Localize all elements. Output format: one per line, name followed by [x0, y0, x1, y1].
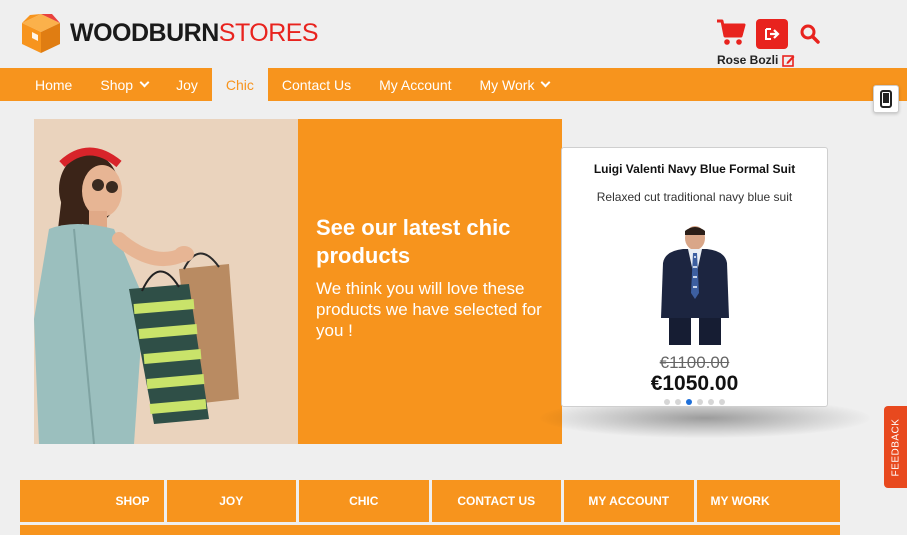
nav-home-label: Home	[35, 76, 73, 93]
hero-subtitle: We think you will love these products we…	[316, 279, 542, 340]
cart-icon[interactable]	[716, 19, 746, 47]
bottom-tab-my-account[interactable]: MY ACCOUNT	[564, 480, 694, 522]
bottom-tab-shop[interactable]: SHOP	[20, 480, 164, 522]
bottom-tab-chic[interactable]: CHIC	[299, 480, 429, 522]
site-header: WOODBURNSTORES Rose Bozli	[0, 0, 907, 68]
bottom-tab-label: JOY	[219, 494, 244, 508]
bottom-tab-label: MY WORK	[710, 494, 770, 508]
nav-contact-us[interactable]: Contact Us	[268, 68, 365, 101]
nav-my-account[interactable]: My Account	[365, 68, 465, 101]
bottom-tab-label: MY ACCOUNT	[588, 494, 670, 508]
user-name: Rose Bozli	[717, 53, 779, 67]
product-name: Luigi Valenti Navy Blue Formal Suit	[593, 162, 796, 176]
bottom-strip	[20, 525, 840, 535]
chevron-down-icon	[139, 77, 150, 88]
product-new-price: €1050.00	[650, 372, 739, 395]
nav-chic[interactable]: Chic	[211, 68, 268, 101]
logout-button[interactable]	[756, 19, 788, 49]
product-description: Relaxed cut traditional navy blue suit	[596, 190, 793, 204]
nav-joy[interactable]: Joy	[162, 68, 212, 101]
nav-chic-label: Chic	[225, 76, 254, 93]
nav-shop-label: Shop	[100, 76, 134, 93]
carousel-dot[interactable]	[708, 399, 714, 405]
search-icon[interactable]	[799, 23, 821, 45]
carousel-dot[interactable]	[697, 399, 703, 405]
brand-name-light: STORES	[218, 18, 319, 47]
bottom-tab-label: CHIC	[349, 494, 379, 508]
hero-banner[interactable]: See our latest chic products We think yo…	[34, 119, 562, 444]
logout-icon	[765, 28, 780, 40]
bottom-tab-joy[interactable]: JOY	[166, 480, 296, 522]
brand-logo[interactable]: WOODBURNSTORES	[18, 10, 319, 56]
product-image	[655, 223, 735, 345]
feedback-tab[interactable]: FEEDBACK	[884, 406, 907, 488]
carousel-dots	[562, 399, 827, 405]
user-account-link[interactable]: Rose Bozli	[717, 53, 795, 67]
nav-joy-label: Joy	[176, 76, 198, 93]
hero-image	[34, 119, 298, 444]
bottom-tab-label: SHOP	[115, 494, 150, 508]
hero-title: See our latest chic products	[316, 215, 511, 268]
box-logo-icon	[18, 10, 64, 56]
nav-account-label: My Account	[379, 76, 452, 93]
nav-home[interactable]: Home	[21, 68, 86, 101]
bottom-category-tabs: SHOP JOY CHIC CONTACT US MY ACCOUNT MY W…	[20, 480, 840, 522]
main-nav: Home Shop Joy Chic Contact Us My Account…	[0, 68, 907, 101]
bottom-tab-label: CONTACT US	[457, 494, 536, 508]
bottom-tab-contact-us[interactable]: CONTACT US	[431, 480, 561, 522]
carousel-dot-active[interactable]	[686, 399, 692, 405]
nav-shop[interactable]: Shop	[86, 68, 162, 101]
hero-text-panel: See our latest chic products We think yo…	[298, 119, 562, 444]
nav-contact-label: Contact Us	[281, 76, 352, 93]
chevron-down-icon	[541, 77, 551, 88]
carousel-dot[interactable]	[675, 399, 681, 405]
carousel-dot[interactable]	[719, 399, 725, 405]
product-card[interactable]: Luigi Valenti Navy Blue Formal Suit Rela…	[561, 147, 828, 407]
nav-my-work[interactable]: My Work	[466, 68, 564, 101]
edit-icon[interactable]	[782, 54, 795, 67]
product-old-price: €1100.00	[659, 353, 730, 372]
feedback-label: FEEDBACK	[890, 418, 901, 476]
nav-work-label: My Work	[479, 76, 535, 93]
bottom-tab-my-work[interactable]: MY WORK	[696, 480, 840, 522]
mobile-view-icon[interactable]	[873, 85, 899, 113]
carousel-dot[interactable]	[664, 399, 670, 405]
brand-name: WOODBURNSTORES	[70, 18, 319, 48]
brand-name-bold: WOODBURN	[70, 18, 219, 47]
